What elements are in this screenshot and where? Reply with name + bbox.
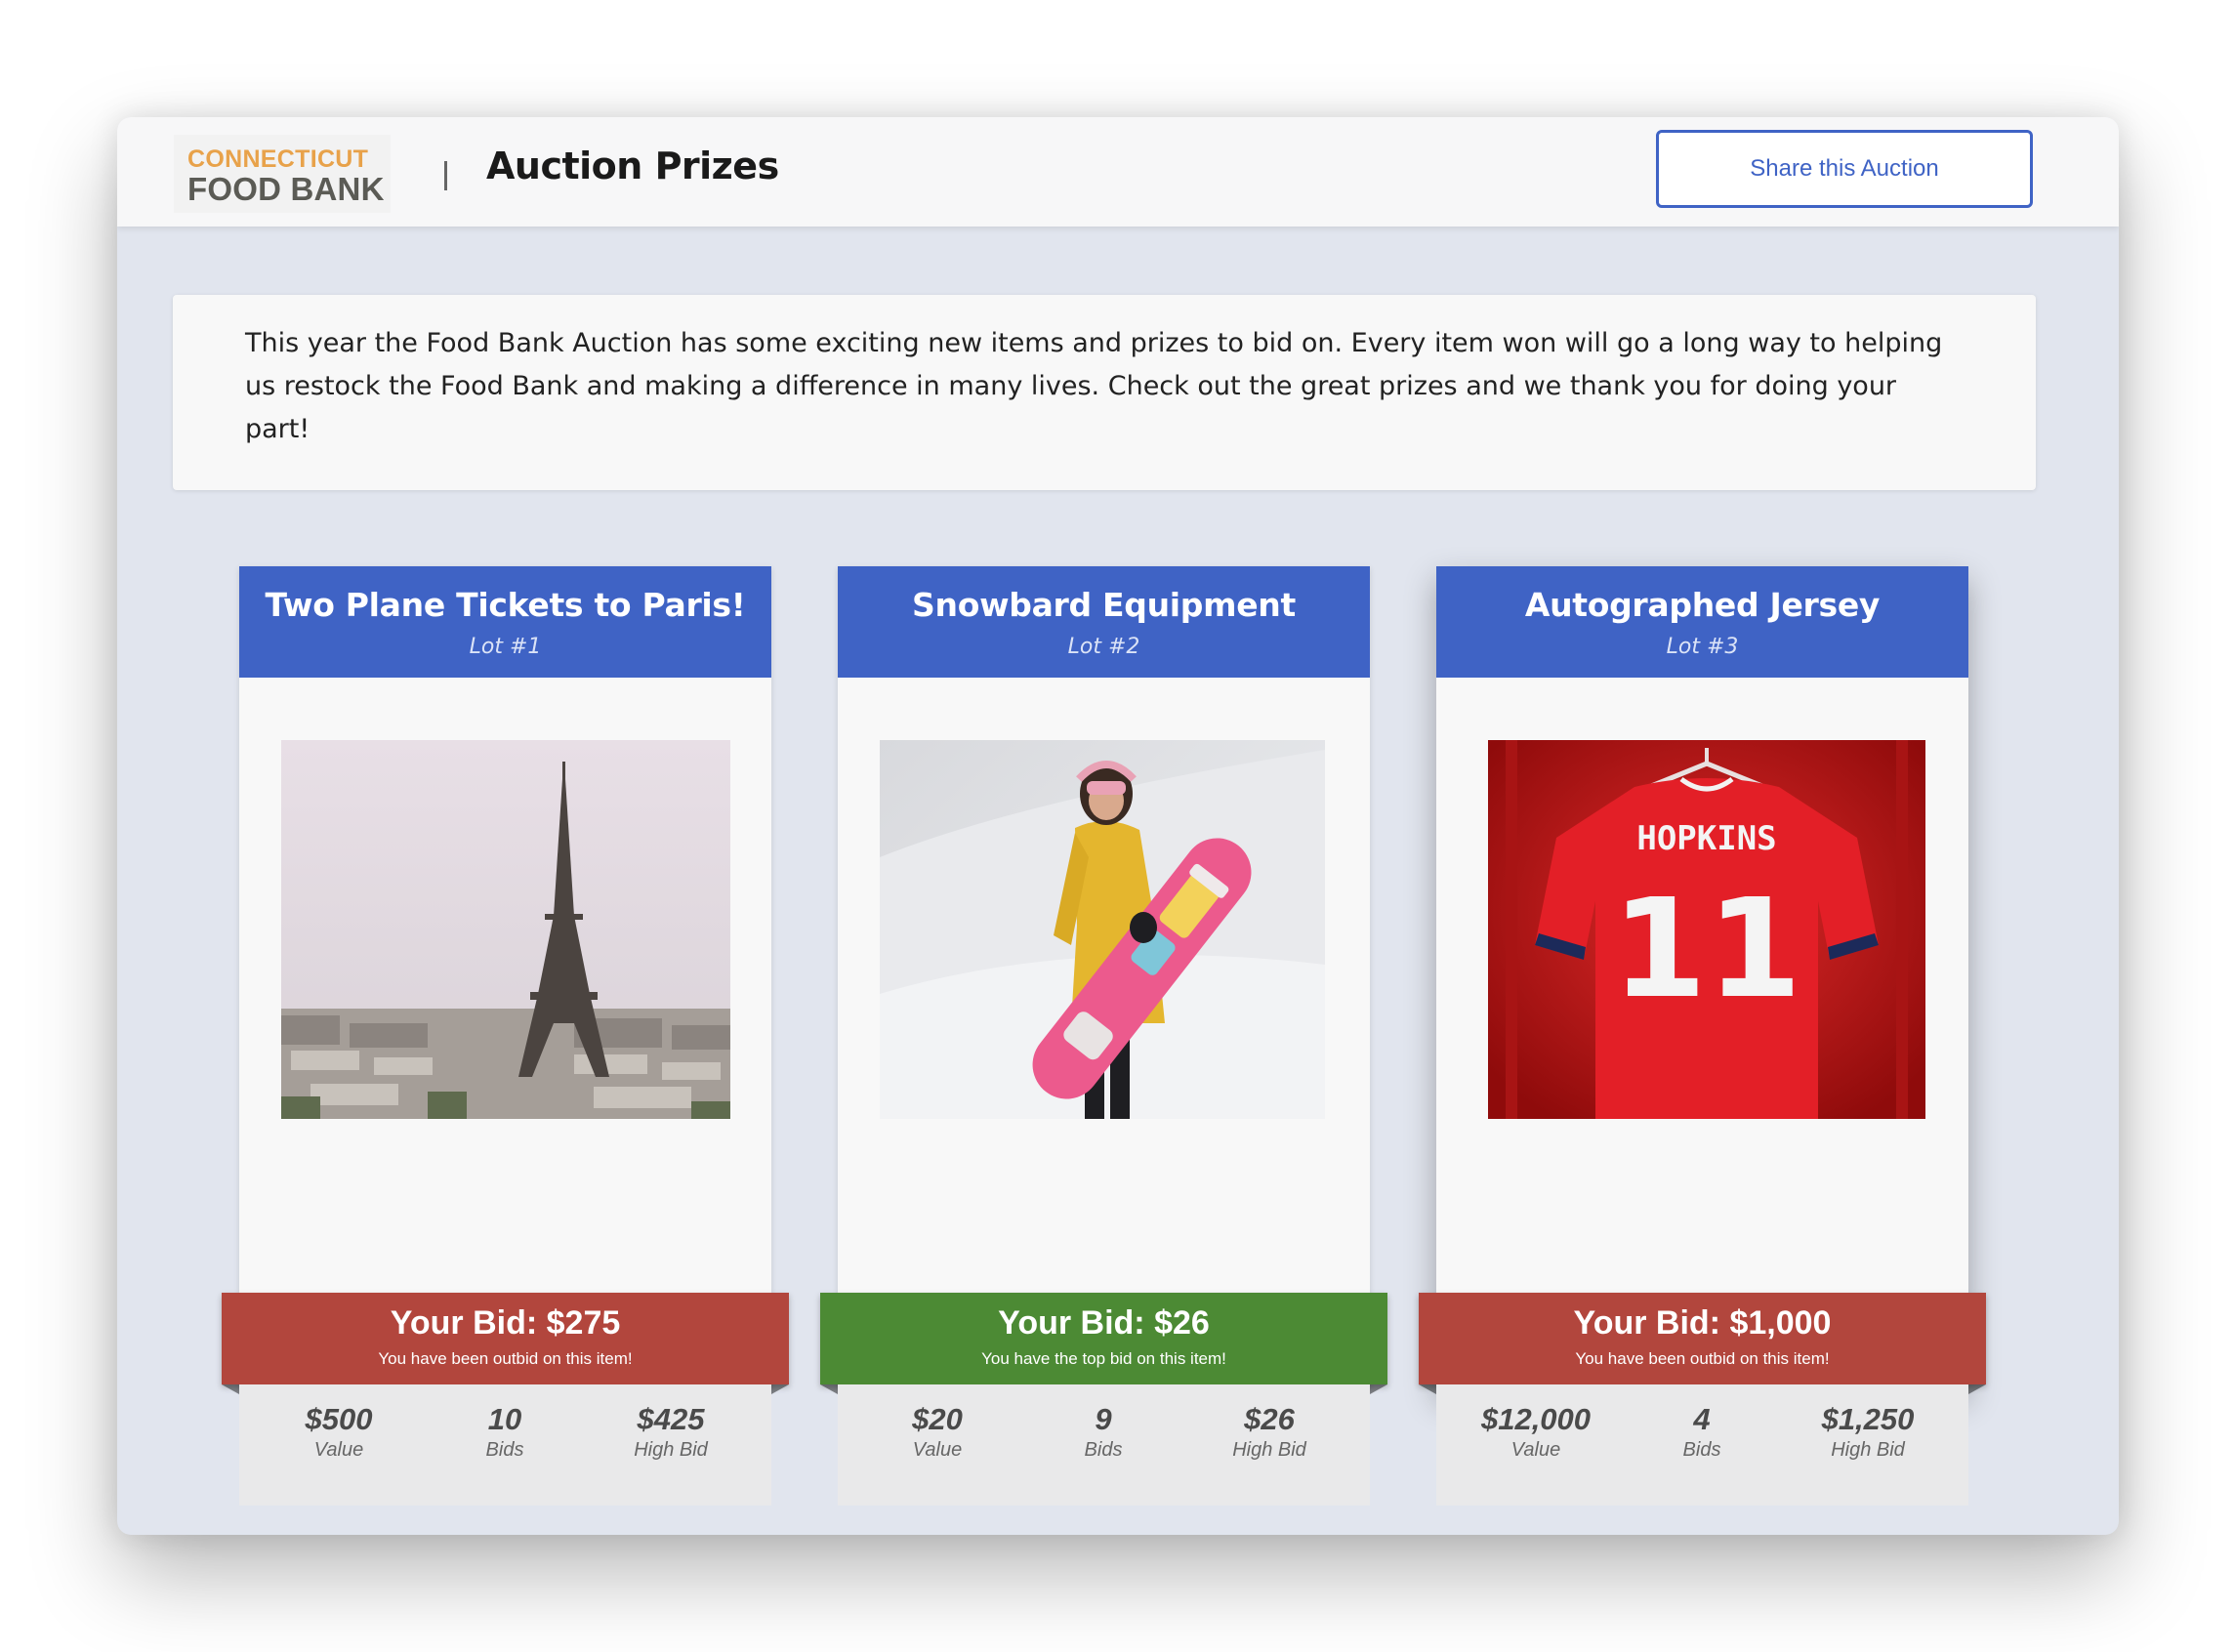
header-divider [444, 161, 447, 190]
intro-text: This year the Food Bank Auction has some… [173, 295, 2036, 490]
item-title: Two Plane Tickets to Paris! [265, 586, 746, 624]
header-bar: CONNECTICUT FOOD BANK Auction Prizes Sha… [117, 117, 2119, 227]
food-bank-logo[interactable]: CONNECTICUT FOOD BANK [174, 135, 391, 213]
card-header: Snowbard Equipment Lot #2 [838, 566, 1370, 678]
stat-bids-count: 4 [1693, 1402, 1711, 1436]
bid-status-text: You have been outbid on this item! [1575, 1349, 1830, 1368]
stat-value-label: Value [313, 1439, 364, 1461]
page-title: Auction Prizes [486, 145, 779, 187]
stat-value: $500 Value [261, 1402, 417, 1462]
item-stats: $20 Value 9 Bids $26 High Bid [838, 1384, 1370, 1506]
lot-number: Lot #1 [469, 635, 542, 659]
jersey-name: HOPKINS [1636, 819, 1776, 858]
stat-high-bid-amount: $26 [1244, 1402, 1295, 1436]
jersey-number: 11 [1612, 870, 1802, 1029]
stat-value: $20 Value [859, 1402, 1015, 1462]
stat-value: $12,000 Value [1458, 1402, 1614, 1462]
bid-status-banner[interactable]: Your Bid: $1,000 You have been outbid on… [1419, 1293, 1986, 1394]
lot-number: Lot #2 [1067, 635, 1140, 659]
your-bid-amount: Your Bid: $275 [390, 1304, 621, 1342]
stat-high-bid: $425 High Bid [593, 1402, 749, 1462]
card-header: Two Plane Tickets to Paris! Lot #1 [239, 566, 771, 678]
bid-status-text: You have the top bid on this item! [981, 1349, 1226, 1368]
stat-value-amount: $20 [912, 1402, 963, 1436]
logo-line-1: CONNECTICUT [187, 145, 369, 173]
stat-bids-label: Bids [1084, 1439, 1123, 1461]
stat-bids-label: Bids [1682, 1439, 1721, 1461]
stat-bids-count: 9 [1095, 1402, 1112, 1436]
card-header: Autographed Jersey Lot #3 [1436, 566, 1968, 678]
item-stats: $500 Value 10 Bids $425 High Bid [239, 1384, 771, 1506]
bid-status-banner[interactable]: Your Bid: $26 You have the top bid on th… [820, 1293, 1387, 1394]
stat-bids: 10 Bids [427, 1402, 583, 1462]
stat-value-label: Value [912, 1439, 963, 1461]
your-bid-amount: Your Bid: $26 [998, 1304, 1210, 1342]
stat-bids: 9 Bids [1025, 1402, 1181, 1462]
logo-line-2: FOOD BANK [187, 171, 385, 207]
stat-bids: 4 Bids [1624, 1402, 1780, 1462]
bid-status-banner[interactable]: Your Bid: $275 You have been outbid on t… [222, 1293, 789, 1394]
your-bid-amount: Your Bid: $1,000 [1573, 1304, 1832, 1342]
eiffel-tower-photo[interactable] [281, 740, 730, 1119]
stat-high-bid: $26 High Bid [1191, 1402, 1347, 1462]
red-jersey-photo[interactable]: HOPKINS 11 [1488, 740, 1925, 1119]
stat-value-amount: $12,000 [1480, 1402, 1592, 1436]
stat-high-bid-label: High Bid [1831, 1439, 1905, 1461]
snowboarder-photo[interactable] [880, 740, 1325, 1119]
auction-item-card[interactable]: Autographed Jersey Lot #3 HOPKINS 11 You… [1419, 566, 1986, 1506]
auction-item-card[interactable]: Snowbard Equipment Lot #2 Your Bid: $26 … [820, 566, 1387, 1506]
stat-bids-count: 10 [487, 1402, 522, 1436]
item-title: Snowbard Equipment [912, 586, 1296, 624]
app-window: CONNECTICUT FOOD BANK Auction Prizes Sha… [117, 117, 2119, 1535]
item-title: Autographed Jersey [1524, 586, 1881, 624]
share-auction-button[interactable]: Share this Auction [1656, 130, 2033, 208]
stat-bids-label: Bids [485, 1439, 524, 1461]
stat-high-bid-label: High Bid [634, 1439, 708, 1461]
auction-item-card[interactable]: Two Plane Tickets to Paris! Lot #1 Your … [222, 566, 789, 1506]
stat-value-label: Value [1510, 1439, 1561, 1461]
stat-high-bid-amount: $425 [637, 1402, 705, 1436]
stat-high-bid-label: High Bid [1232, 1439, 1306, 1461]
bid-status-text: You have been outbid on this item! [378, 1349, 633, 1368]
stat-high-bid-amount: $1,250 [1821, 1402, 1915, 1436]
lot-number: Lot #3 [1666, 635, 1739, 659]
stat-high-bid: $1,250 High Bid [1790, 1402, 1946, 1462]
item-stats: $12,000 Value 4 Bids $1,250 High Bid [1436, 1384, 1968, 1506]
stat-value-amount: $500 [305, 1402, 373, 1436]
